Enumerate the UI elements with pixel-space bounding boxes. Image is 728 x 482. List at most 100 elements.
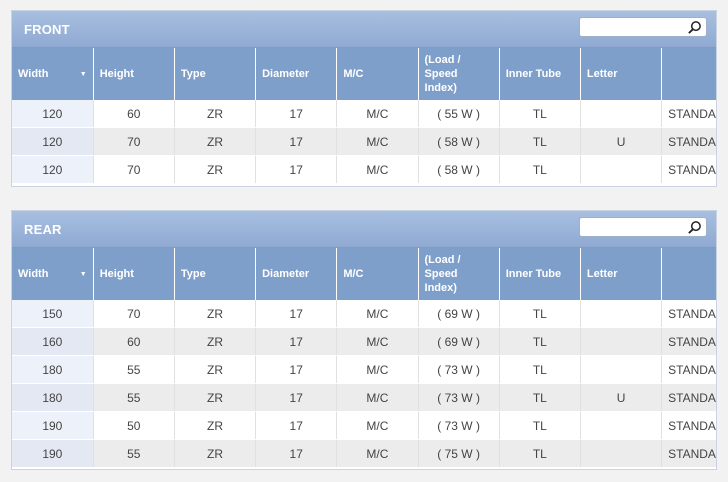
rear-col-diameter[interactable]: Diameter	[255, 248, 337, 300]
cell-diameter: 17	[255, 100, 337, 128]
cell-inner-tube: TL	[498, 300, 581, 328]
cell-load-speed: ( 69 W )	[417, 300, 500, 328]
front-col-standard[interactable]	[661, 48, 716, 100]
cell-load-speed: ( 55 W )	[417, 100, 500, 128]
cell-standard: STANDARD	[661, 327, 716, 356]
cell-standard: STANDARD	[661, 411, 716, 440]
rear-table: Width ▼ Height Type Diameter M/C (Load / …	[12, 248, 716, 468]
cell-standard: STANDARD	[661, 127, 716, 156]
front-col-width[interactable]: Width ▼	[12, 48, 94, 100]
cell-width: 180	[12, 355, 94, 384]
cell-inner-tube: TL	[498, 439, 581, 468]
table-row[interactable]: 120 70 ZR 17 M/C ( 58 W ) TL U STANDARD	[12, 127, 716, 156]
cell-load-speed: ( 69 W )	[417, 327, 500, 356]
cell-inner-tube: TL	[498, 127, 581, 156]
sort-caret-down-icon[interactable]: ▼	[80, 271, 87, 278]
front-panel: FRONT Width ▼ Height Type Diameter M/C (L…	[11, 10, 717, 187]
rear-column-header-row: Width ▼ Height Type Diameter M/C (Load / …	[12, 248, 716, 300]
rear-col-load-speed-index[interactable]: (Load / Speed Index)	[417, 248, 500, 300]
cell-mc: M/C	[336, 411, 419, 440]
table-row[interactable]: 120 70 ZR 17 M/C ( 58 W ) TL STANDARD	[12, 155, 716, 184]
cell-load-speed: ( 73 W )	[417, 411, 500, 440]
cell-mc: M/C	[336, 355, 419, 384]
front-search-box[interactable]	[579, 17, 707, 37]
rear-col-mc[interactable]: M/C	[336, 248, 419, 300]
front-title: FRONT	[24, 22, 70, 37]
cell-diameter: 17	[255, 439, 337, 468]
front-col-mc[interactable]: M/C	[336, 48, 419, 100]
rear-search-input[interactable]	[584, 220, 684, 234]
cell-height: 60	[92, 327, 175, 356]
cell-letter	[579, 155, 662, 184]
front-column-header-row: Width ▼ Height Type Diameter M/C (Load / …	[12, 48, 716, 100]
cell-height: 60	[92, 100, 175, 128]
front-col-type[interactable]: Type	[173, 48, 256, 100]
rear-header: REAR	[12, 211, 716, 248]
cell-load-speed: ( 75 W )	[417, 439, 500, 468]
cell-type: ZR	[173, 155, 256, 184]
cell-width: 180	[12, 383, 94, 412]
table-row[interactable]: 180 55 ZR 17 M/C ( 73 W ) TL U STANDARD	[12, 383, 716, 412]
cell-letter	[579, 300, 662, 328]
front-search-input[interactable]	[584, 20, 684, 34]
cell-inner-tube: TL	[498, 155, 581, 184]
rear-col-height[interactable]: Height	[92, 248, 175, 300]
front-col-inner-tube[interactable]: Inner Tube	[498, 48, 581, 100]
cell-diameter: 17	[255, 300, 337, 328]
cell-diameter: 17	[255, 127, 337, 156]
rear-search-box[interactable]	[579, 217, 707, 237]
table-row[interactable]: 150 70 ZR 17 M/C ( 69 W ) TL STANDARD	[12, 300, 716, 328]
cell-standard: STANDARD	[661, 100, 716, 128]
search-icon[interactable]	[687, 220, 702, 235]
front-col-letter[interactable]: Letter	[579, 48, 662, 100]
cell-letter	[579, 439, 662, 468]
table-row[interactable]: 190 50 ZR 17 M/C ( 73 W ) TL STANDARD	[12, 411, 716, 440]
cell-standard: STANDARD	[661, 383, 716, 412]
cell-diameter: 17	[255, 411, 337, 440]
rear-panel: REAR Width ▼ Height Type Diameter M/C (Lo…	[11, 210, 717, 470]
cell-load-speed: ( 73 W )	[417, 383, 500, 412]
front-header: FRONT	[12, 11, 716, 48]
cell-load-speed: ( 58 W )	[417, 155, 500, 184]
cell-diameter: 17	[255, 355, 337, 384]
rear-col-inner-tube[interactable]: Inner Tube	[498, 248, 581, 300]
cell-letter: U	[579, 383, 662, 412]
sort-caret-down-icon[interactable]: ▼	[80, 71, 87, 78]
cell-type: ZR	[173, 327, 256, 356]
cell-height: 70	[92, 300, 175, 328]
cell-mc: M/C	[336, 327, 419, 356]
cell-standard: STANDARD	[661, 355, 716, 384]
rear-col-standard[interactable]	[661, 248, 716, 300]
cell-mc: M/C	[336, 383, 419, 412]
cell-diameter: 17	[255, 383, 337, 412]
search-icon[interactable]	[687, 20, 702, 35]
front-col-load-speed-index[interactable]: (Load / Speed Index)	[417, 48, 500, 100]
cell-load-speed: ( 73 W )	[417, 355, 500, 384]
rear-col-letter[interactable]: Letter	[579, 248, 662, 300]
cell-type: ZR	[173, 127, 256, 156]
table-row[interactable]: 160 60 ZR 17 M/C ( 69 W ) TL STANDARD	[12, 327, 716, 356]
rear-col-type[interactable]: Type	[173, 248, 256, 300]
cell-mc: M/C	[336, 100, 419, 128]
cell-height: 55	[92, 355, 175, 384]
cell-type: ZR	[173, 355, 256, 384]
cell-width: 120	[12, 100, 94, 128]
table-row[interactable]: 180 55 ZR 17 M/C ( 73 W ) TL STANDARD	[12, 355, 716, 384]
cell-diameter: 17	[255, 155, 337, 184]
front-table: Width ▼ Height Type Diameter M/C (Load / …	[12, 48, 716, 184]
cell-mc: M/C	[336, 155, 419, 184]
cell-type: ZR	[173, 383, 256, 412]
cell-mc: M/C	[336, 127, 419, 156]
table-row[interactable]: 120 60 ZR 17 M/C ( 55 W ) TL STANDARD	[12, 100, 716, 128]
table-row[interactable]: 190 55 ZR 17 M/C ( 75 W ) TL STANDARD	[12, 439, 716, 468]
cell-inner-tube: TL	[498, 327, 581, 356]
cell-letter	[579, 411, 662, 440]
front-col-height[interactable]: Height	[92, 48, 175, 100]
cell-height: 70	[92, 155, 175, 184]
front-col-diameter[interactable]: Diameter	[255, 48, 337, 100]
rear-col-width[interactable]: Width ▼	[12, 248, 94, 300]
cell-width: 150	[12, 300, 94, 328]
cell-letter: U	[579, 127, 662, 156]
cell-width: 190	[12, 411, 94, 440]
cell-type: ZR	[173, 300, 256, 328]
